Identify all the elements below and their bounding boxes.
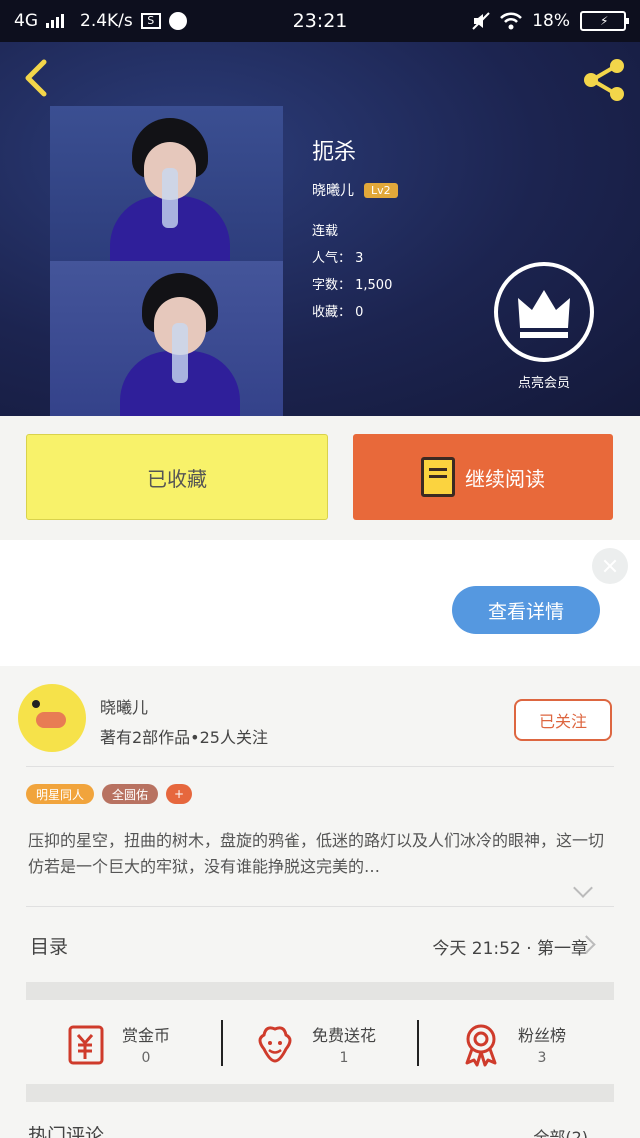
continue-reading-label: 继续阅读 — [465, 466, 545, 491]
battery-percent: 18% — [532, 11, 570, 31]
free-flower-button[interactable]: 免费送花 1 — [252, 1016, 376, 1072]
app-notification-icon — [168, 12, 187, 30]
cover-photo — [110, 106, 230, 266]
book-status: 连载 — [312, 224, 339, 239]
collected-label: 已收藏 — [147, 466, 207, 491]
collected-button[interactable]: 已收藏 — [26, 434, 328, 520]
book-info-section: 晓曦儿 著有2部作品•25人关注 已关注 明星同人 全圆佑 + 压抑的星空，扭曲… — [0, 666, 640, 1138]
toc-latest-chapter: 今天 21:52 · 第一章 — [432, 939, 588, 959]
stat-value: 0 — [141, 1050, 151, 1066]
stat-value: 1 — [339, 1050, 349, 1066]
tag-list: 明星同人 全圆佑 + — [26, 784, 193, 804]
close-icon[interactable] — [592, 548, 628, 584]
book-word-count: 字数： 1,500 — [312, 278, 393, 293]
status-bar: 4G 2.4K/s S 23:21 18% ⚡ — [0, 0, 640, 42]
reward-coin-icon — [68, 1025, 104, 1065]
network-speed: 2.4K/s — [80, 11, 133, 31]
stat-label: 赏金币 — [122, 1026, 171, 1045]
view-details-label: 查看详情 — [487, 600, 564, 623]
stats-row: 赏金币 0 免费送花 1 粉丝榜 3 — [26, 1006, 614, 1082]
section-divider — [26, 1084, 614, 1102]
follow-button[interactable]: 已关注 — [514, 699, 612, 741]
battery-icon: ⚡ — [580, 11, 629, 31]
toc-label: 目录 — [30, 936, 69, 958]
section-divider — [26, 982, 614, 1000]
tag-fanfic[interactable]: 明星同人 — [26, 784, 95, 804]
cover-photo — [120, 261, 240, 416]
stat-label: 粉丝榜 — [518, 1026, 567, 1045]
add-tag-button[interactable]: + — [166, 784, 193, 804]
fan-ranking-button[interactable]: 粉丝榜 3 — [458, 1016, 566, 1072]
book-title: 扼杀 — [312, 140, 357, 165]
screenshot-icon: S — [140, 13, 161, 29]
share-icon[interactable] — [580, 56, 628, 104]
divider — [26, 906, 614, 907]
stat-label: 免费送花 — [312, 1026, 377, 1045]
ad-banner: 查看详情 — [0, 540, 640, 666]
mute-icon — [472, 12, 490, 30]
stat-value: 3 — [537, 1050, 547, 1066]
medal-icon — [465, 1024, 497, 1067]
vip-button[interactable] — [494, 262, 594, 362]
book-meta: 连载 人气： 3 字数： 1,500 收藏： 0 — [312, 218, 392, 326]
follow-label: 已关注 — [538, 712, 587, 731]
tag-character[interactable]: 全圆佑 — [102, 784, 159, 804]
divider — [26, 766, 614, 767]
divider — [417, 1020, 419, 1066]
avatar[interactable] — [18, 684, 86, 752]
author-stats: 著有2部作品•25人关注 — [100, 728, 268, 747]
level-badge: Lv2 — [364, 182, 398, 198]
network-label: 4G — [14, 11, 38, 31]
book-author[interactable]: 晓曦儿 — [312, 180, 354, 200]
author-name[interactable]: 晓曦儿 — [100, 694, 148, 718]
flower-icon — [258, 1026, 292, 1063]
book-cover[interactable] — [50, 106, 283, 416]
book-summary[interactable]: 压抑的星空，扭曲的树木，盘旋的鸦雀，低迷的路灯以及人们冰冷的眼神，这一切仿若是一… — [28, 828, 612, 880]
back-icon[interactable] — [18, 58, 58, 98]
continue-reading-button[interactable]: 继续阅读 — [353, 434, 613, 520]
book-popularity: 人气： 3 — [312, 251, 364, 266]
view-details-button[interactable]: 查看详情 — [452, 586, 600, 634]
reward-coin-button[interactable]: 赏金币 0 — [62, 1016, 170, 1072]
crown-icon — [518, 290, 570, 338]
chevron-down-icon[interactable] — [573, 878, 593, 898]
book-header: 扼杀 晓曦儿 Lv2 连载 人气： 3 字数： 1,500 收藏： 0 点亮会员 — [0, 42, 640, 416]
divider — [221, 1020, 223, 1066]
hot-comments-label: 热门评论 — [28, 1125, 105, 1138]
book-collections: 收藏： 0 — [312, 305, 364, 320]
book-icon — [421, 457, 455, 497]
vip-label: 点亮会员 — [517, 376, 570, 391]
signal-icon — [46, 14, 64, 28]
action-bar: 已收藏 继续阅读 — [0, 416, 640, 540]
all-comments-link[interactable]: 全部(2) — [533, 1124, 588, 1138]
wifi-icon — [500, 12, 523, 30]
